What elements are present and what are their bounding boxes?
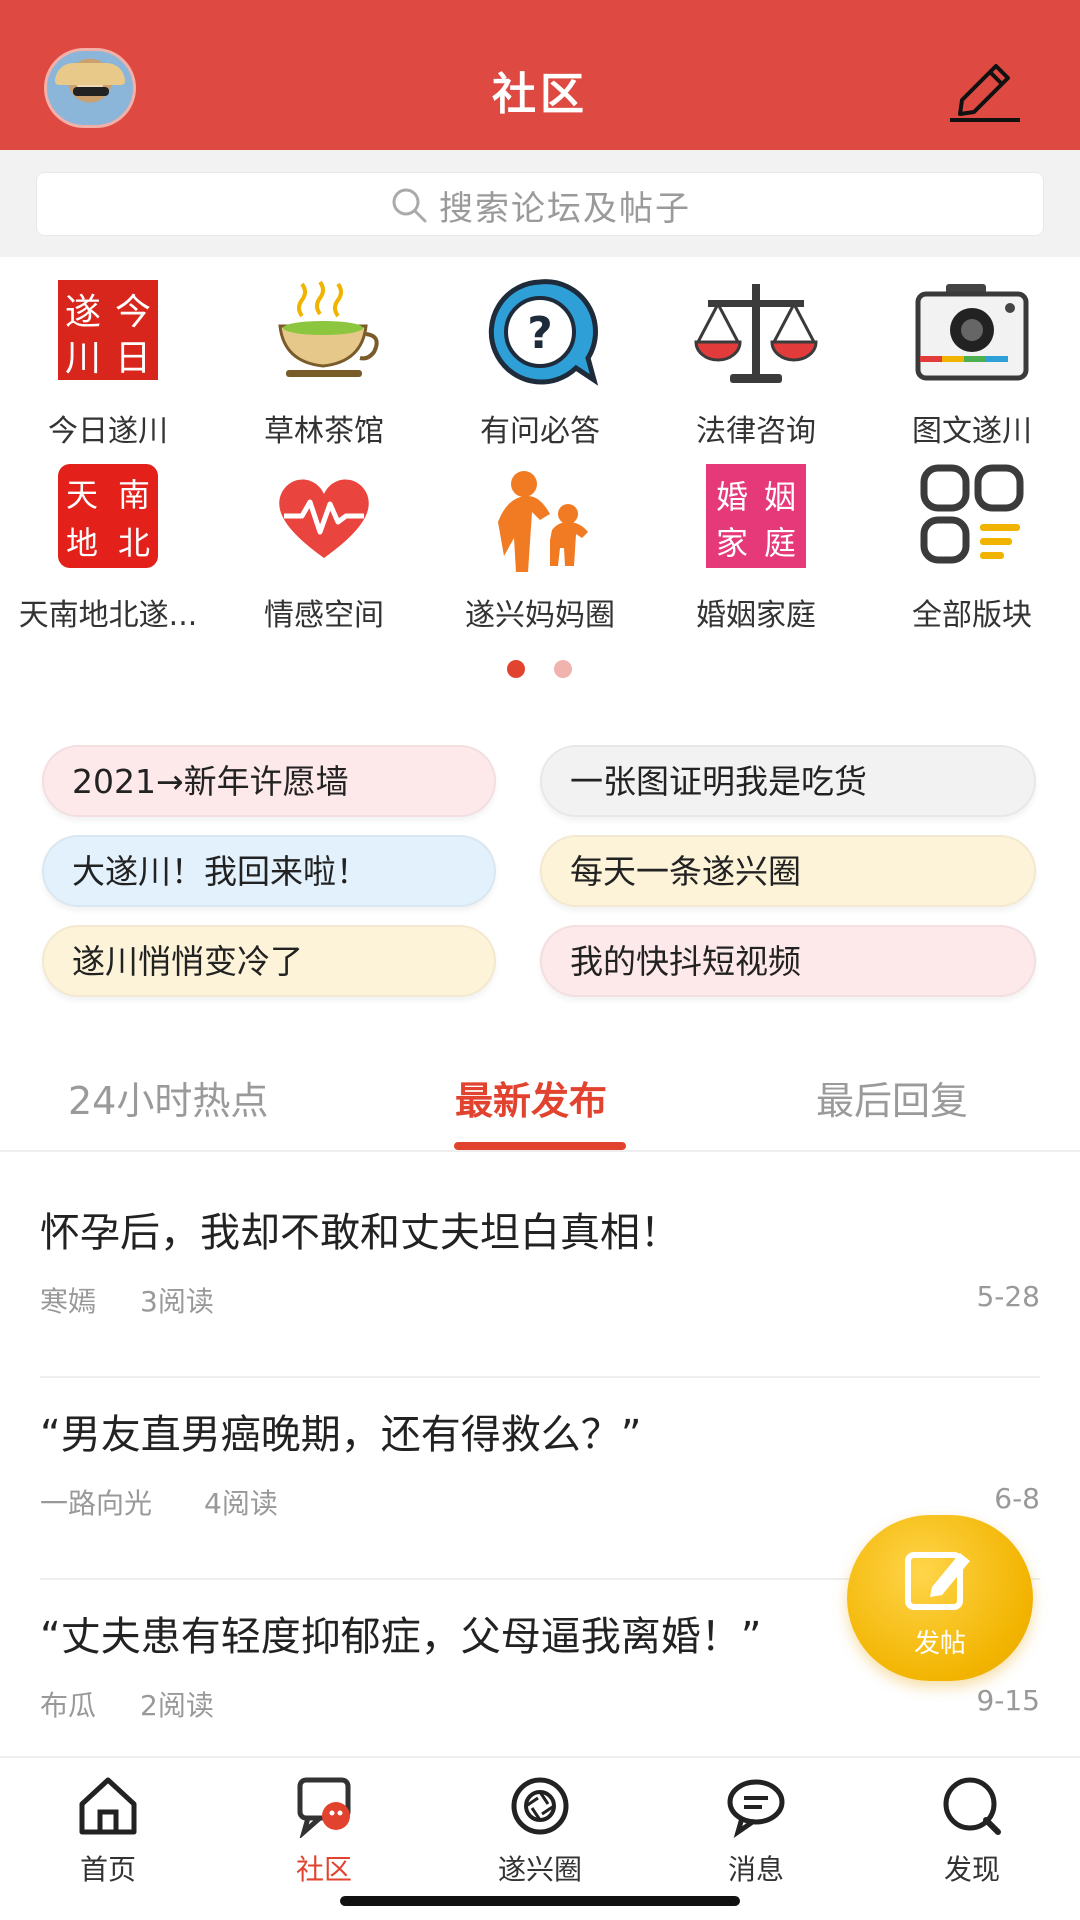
post-date: 9-15 [976, 1684, 1040, 1717]
category-qa[interactable]: ? 有问必答 [432, 270, 648, 450]
post-title: “男友直男癌晚期，还有得救么？” [40, 1412, 642, 1458]
post-reads: 2阅读 [140, 1689, 214, 1722]
post-reads: 4阅读 [204, 1487, 278, 1520]
svg-text:婚: 婚 [716, 478, 748, 516]
post-reads: 3阅读 [140, 1285, 214, 1318]
tab-latest[interactable]: 最新发布 [455, 1070, 607, 1125]
topic-chip[interactable]: 每天一条遂兴圈 [540, 835, 1036, 907]
svg-text:今: 今 [115, 292, 151, 333]
search-icon [392, 188, 427, 223]
nav-community[interactable]: 社区 [216, 1768, 432, 1888]
message-bubble-icon [727, 1779, 785, 1838]
nav-label: 遂兴圈 [497, 1853, 582, 1886]
search-placeholder: 搜索论坛及帖子 [439, 188, 691, 229]
category-tiannan-dibei[interactable]: 天 南 地 北 天南地北遂... [0, 462, 216, 642]
scales-icon [694, 284, 818, 383]
new-post-button[interactable]: 发帖 [847, 1515, 1033, 1681]
category-all-sections[interactable]: 全部版块 [864, 462, 1080, 642]
post-date: 6-8 [994, 1482, 1040, 1515]
category-label: 法律咨询 [696, 414, 816, 449]
svg-text:日: 日 [115, 338, 151, 379]
category-label: 图文遂川 [912, 414, 1032, 449]
post-item[interactable]: 怀孕后，我却不敢和丈夫坦白真相！ 寒嫣 3阅读 5-28 [40, 1178, 1040, 1378]
mother-child-icon [498, 471, 588, 572]
marriage-family-logo: 婚 姻 家 庭 [706, 464, 806, 568]
post-date: 5-28 [976, 1280, 1040, 1313]
category-label: 今日遂川 [48, 414, 168, 449]
nav-suixing-circle[interactable]: 遂兴圈 [432, 1768, 648, 1888]
topic-chip[interactable]: 我的快抖短视频 [540, 925, 1036, 997]
pen-edit-icon[interactable] [944, 52, 1024, 124]
nav-label: 首页 [79, 1853, 136, 1886]
all-sections-icon [920, 464, 1024, 564]
svg-text:遂: 遂 [65, 292, 101, 333]
camera-icon [915, 284, 1029, 381]
heartbeat-icon [279, 479, 369, 558]
svg-text:天: 天 [66, 476, 98, 514]
svg-text:庭: 庭 [764, 524, 796, 562]
new-post-label: 发帖 [913, 1629, 966, 1659]
search-input[interactable]: 搜索论坛及帖子 [36, 172, 1044, 236]
pager-dot[interactable] [554, 660, 572, 678]
pager-dot-active[interactable] [507, 660, 525, 678]
post-author: 寒嫣 [40, 1285, 97, 1318]
tab-24h-hot[interactable]: 24小时热点 [68, 1070, 268, 1125]
nav-label: 消息 [727, 1853, 784, 1886]
active-tab-indicator [454, 1142, 626, 1150]
category-label: 婚姻家庭 [696, 598, 816, 633]
category-label: 情感空间 [264, 598, 384, 633]
home-indicator[interactable] [340, 1896, 740, 1906]
post-author: 布瓜 [40, 1689, 97, 1722]
nav-label: 社区 [295, 1853, 352, 1886]
nav-discover[interactable]: 发现 [864, 1768, 1080, 1888]
svg-text:?: ? [527, 308, 553, 359]
svg-text:南: 南 [118, 476, 150, 514]
pager-dots [0, 660, 1080, 680]
home-icon [79, 1777, 137, 1835]
today-suichuan-logo: 遂 今 川 日 [58, 280, 158, 380]
category-photo-suichuan[interactable]: 图文遂川 [864, 270, 1080, 450]
svg-text:川: 川 [65, 338, 101, 379]
topic-chip[interactable]: 2021→新年许愿墙 [42, 745, 496, 817]
post-title: 怀孕后，我却不敢和丈夫坦白真相！ [40, 1210, 680, 1256]
discover-search-icon [943, 1777, 1001, 1835]
svg-text:北: 北 [118, 524, 150, 562]
nav-home[interactable]: 首页 [0, 1768, 216, 1888]
nav-label: 发现 [943, 1853, 1000, 1886]
post-author: 一路向光 [40, 1487, 153, 1520]
category-caolin-teahouse[interactable]: 草林茶馆 [216, 270, 432, 450]
tea-cup-icon [278, 280, 379, 377]
category-mothers-circle[interactable]: 遂兴妈妈圈 [432, 462, 648, 642]
topic-chip[interactable]: 一张图证明我是吃货 [540, 745, 1036, 817]
category-label: 有问必答 [480, 414, 600, 449]
post-tabs: 24小时热点 最新发布 最后回复 [0, 1040, 1080, 1152]
app-header: 社区 [0, 0, 1080, 150]
aperture-icon [511, 1777, 569, 1835]
category-label: 遂兴妈妈圈 [465, 598, 615, 633]
svg-text:姻: 姻 [764, 478, 796, 516]
question-bubble-icon: ? [488, 279, 599, 386]
topic-chip[interactable]: 遂川悄悄变冷了 [42, 925, 496, 997]
page-title: 社区 [492, 69, 588, 120]
post-title: “丈夫患有轻度抑郁症，父母逼我离婚！” [40, 1614, 762, 1660]
category-emotion-space[interactable]: 情感空间 [216, 462, 432, 642]
tab-last-reply[interactable]: 最后回复 [816, 1070, 968, 1125]
tiannan-dibei-logo: 天 南 地 北 [58, 464, 158, 568]
community-chat-icon [297, 1777, 351, 1838]
category-today-suichuan[interactable]: 遂 今 川 日 今日遂川 [0, 270, 216, 450]
category-label: 全部版块 [912, 598, 1032, 633]
topic-chip[interactable]: 大遂川！我回来啦！ [42, 835, 496, 907]
svg-text:地: 地 [66, 524, 98, 562]
compose-icon [905, 1552, 970, 1610]
category-label: 天南地北遂... [18, 598, 198, 633]
category-marriage-family[interactable]: 婚 姻 家 庭 婚姻家庭 [648, 462, 864, 642]
category-label: 草林茶馆 [264, 414, 384, 449]
category-legal[interactable]: 法律咨询 [648, 270, 864, 450]
svg-text:家: 家 [716, 524, 748, 562]
nav-messages[interactable]: 消息 [648, 1768, 864, 1888]
